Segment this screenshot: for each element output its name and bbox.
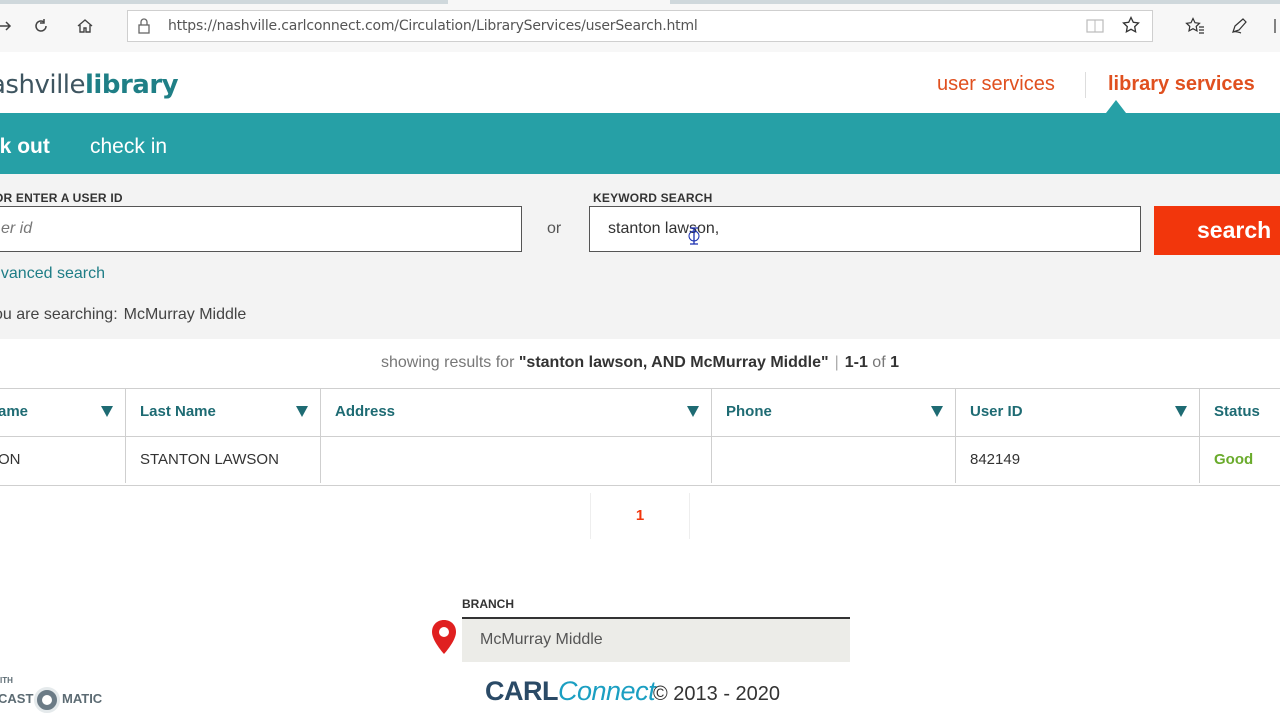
nashville-library-logo[interactable]: ashvillelibrary: [0, 70, 179, 100]
keyword-search-value: stanton lawson,: [608, 220, 720, 237]
copyright: © 2013 - 2020: [653, 683, 781, 705]
page-1-button[interactable]: 1: [590, 493, 690, 539]
cell-last-name: STANTON LAWSON: [126, 437, 321, 483]
sort-arrow-icon[interactable]: [296, 406, 308, 417]
header-last-name[interactable]: Last Name: [126, 389, 321, 436]
status-badge: Good: [1214, 451, 1254, 468]
watermark-text-a: CAST: [0, 691, 34, 706]
screencast-watermark: ITH CAST MATIC: [0, 676, 108, 716]
site-header: ashvillelibrary user services library se…: [0, 52, 1280, 113]
sort-arrow-icon[interactable]: [1175, 406, 1187, 417]
nav-user-services[interactable]: user services: [937, 73, 1055, 96]
pen-icon[interactable]: [1228, 15, 1250, 37]
active-tab[interactable]: [448, 0, 670, 4]
share-icon[interactable]: [1268, 15, 1280, 37]
watermark-top: ITH: [0, 676, 13, 685]
tab-check-out[interactable]: ck out: [0, 135, 50, 159]
header-first-name[interactable]: ame: [0, 389, 126, 436]
reading-view-icon[interactable]: [1086, 17, 1104, 40]
refresh-icon[interactable]: [30, 15, 52, 37]
cell-address: [321, 437, 712, 483]
address-bar[interactable]: https://nashville.carlconnect.com/Circul…: [127, 10, 1153, 42]
sort-arrow-icon[interactable]: [101, 406, 113, 417]
favorites-list-icon[interactable]: [1184, 15, 1206, 37]
results-table: ame Last Name Address Phone User ID Stat…: [0, 388, 1280, 486]
keyword-search-label: KEYWORD SEARCH: [593, 191, 713, 205]
logo-text-carl: CARL: [485, 676, 559, 706]
searching-branch: McMurray Middle: [123, 306, 247, 323]
lock-icon: [137, 17, 151, 40]
cell-first-name: ON: [0, 437, 126, 483]
table-header-row: ame Last Name Address Phone User ID Stat…: [0, 389, 1280, 437]
results-of: of: [872, 354, 886, 371]
home-icon[interactable]: [74, 15, 96, 37]
results-query: "stanton lawson, AND McMurray Middle": [518, 354, 829, 371]
forward-icon[interactable]: [0, 15, 16, 37]
results-summary: showing results for "stanton lawson, AND…: [381, 354, 899, 371]
header-status[interactable]: Status: [1200, 389, 1280, 436]
record-icon: [34, 687, 60, 713]
text-cursor-icon: [687, 227, 701, 250]
watermark-text-b: MATIC: [62, 691, 103, 706]
nav-divider: [1085, 72, 1086, 98]
header-address[interactable]: Address: [321, 389, 712, 436]
sort-arrow-icon[interactable]: [687, 406, 699, 417]
cell-status: Good: [1200, 437, 1280, 483]
search-button[interactable]: search: [1154, 206, 1280, 255]
cell-user-id: 842149: [956, 437, 1200, 483]
logo-text-connect: Connect: [558, 676, 656, 706]
logo-text-library: library: [85, 70, 179, 100]
table-row[interactable]: ON STANTON LAWSON 842149 Good: [0, 437, 1280, 483]
user-id-label: OR ENTER A USER ID: [0, 191, 123, 205]
header-user-id[interactable]: User ID: [956, 389, 1200, 436]
sort-arrow-icon[interactable]: [931, 406, 943, 417]
branch-select-value: McMurray Middle: [480, 631, 603, 648]
active-nav-pointer: [1106, 100, 1126, 113]
header-phone[interactable]: Phone: [712, 389, 956, 436]
user-id-input[interactable]: er id: [0, 206, 522, 252]
advanced-search-link[interactable]: dvanced search: [0, 265, 105, 283]
keyword-search-input[interactable]: stanton lawson,: [589, 206, 1141, 252]
browser-toolbar: https://nashville.carlconnect.com/Circul…: [0, 0, 1280, 53]
searching-scope: ou are searching: McMurray Middle: [0, 306, 246, 324]
logo-text-nashville: ashville: [0, 70, 86, 100]
nav-library-services[interactable]: library services: [1108, 73, 1255, 96]
tab-check-in[interactable]: check in: [90, 135, 167, 159]
carlconnect-logo: CARLConnect: [485, 676, 656, 707]
tab-strip: [0, 0, 1280, 4]
location-pin-icon: [430, 619, 458, 660]
or-separator: or: [547, 220, 562, 237]
branch-select[interactable]: McMurray Middle: [462, 617, 850, 662]
results-total: 1: [890, 354, 899, 371]
results-prefix: showing results for: [381, 354, 515, 371]
branch-label: BRANCH: [462, 597, 514, 611]
cell-phone: [712, 437, 956, 483]
url-text: https://nashville.carlconnect.com/Circul…: [168, 18, 698, 34]
searching-prefix: ou are searching:: [0, 306, 118, 323]
results-range: 1-1: [844, 354, 868, 371]
favorite-star-icon[interactable]: [1122, 15, 1140, 39]
user-id-placeholder: er id: [1, 220, 33, 237]
sub-navigation: ck out check in: [0, 113, 1280, 174]
